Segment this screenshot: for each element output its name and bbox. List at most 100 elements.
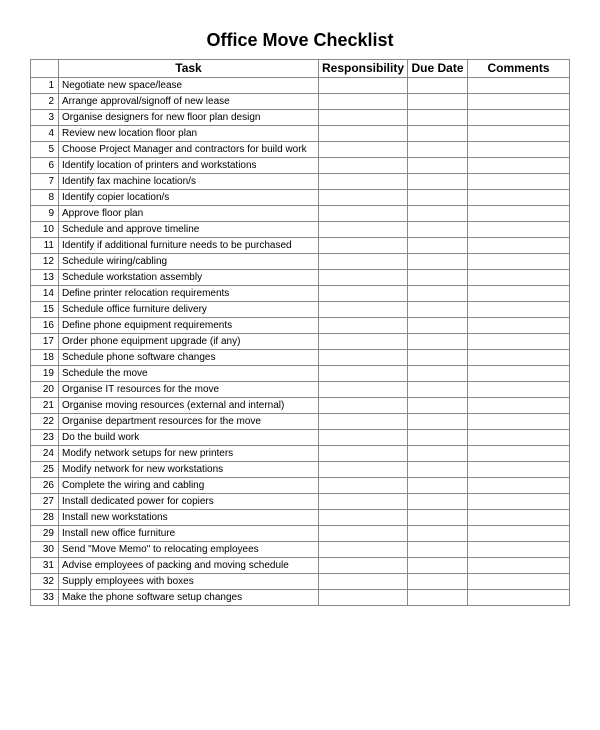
cell-comments [468, 590, 570, 606]
cell-responsibility [319, 462, 408, 478]
cell-num: 18 [31, 350, 59, 366]
table-row: 32Supply employees with boxes [31, 574, 570, 590]
cell-comments [468, 494, 570, 510]
cell-comments [468, 174, 570, 190]
table-row: 3Organise designers for new floor plan d… [31, 110, 570, 126]
cell-task: Schedule workstation assembly [59, 270, 319, 286]
cell-responsibility [319, 110, 408, 126]
cell-comments [468, 462, 570, 478]
cell-due_date [408, 270, 468, 286]
cell-responsibility [319, 542, 408, 558]
table-row: 20Organise IT resources for the move [31, 382, 570, 398]
table-row: 15Schedule office furniture delivery [31, 302, 570, 318]
cell-num: 15 [31, 302, 59, 318]
table-row: 7Identify fax machine location/s [31, 174, 570, 190]
cell-due_date [408, 462, 468, 478]
table-row: 14Define printer relocation requirements [31, 286, 570, 302]
cell-task: Organise IT resources for the move [59, 382, 319, 398]
cell-comments [468, 414, 570, 430]
cell-responsibility [319, 430, 408, 446]
cell-task: Make the phone software setup changes [59, 590, 319, 606]
cell-due_date [408, 350, 468, 366]
table-row: 16Define phone equipment requirements [31, 318, 570, 334]
table-row: 2Arrange approval/signoff of new lease [31, 94, 570, 110]
cell-task: Complete the wiring and cabling [59, 478, 319, 494]
table-row: 5Choose Project Manager and contractors … [31, 142, 570, 158]
cell-responsibility [319, 190, 408, 206]
cell-task: Choose Project Manager and contractors f… [59, 142, 319, 158]
table-row: 27Install dedicated power for copiers [31, 494, 570, 510]
cell-comments [468, 398, 570, 414]
cell-due_date [408, 142, 468, 158]
cell-due_date [408, 558, 468, 574]
header-responsibility: Responsibility [319, 60, 408, 78]
table-row: 30Send "Move Memo" to relocating employe… [31, 542, 570, 558]
cell-due_date [408, 94, 468, 110]
cell-responsibility [319, 318, 408, 334]
cell-due_date [408, 334, 468, 350]
cell-task: Install dedicated power for copiers [59, 494, 319, 510]
table-row: 31Advise employees of packing and moving… [31, 558, 570, 574]
cell-responsibility [319, 494, 408, 510]
cell-num: 21 [31, 398, 59, 414]
cell-responsibility [319, 590, 408, 606]
cell-num: 22 [31, 414, 59, 430]
cell-responsibility [319, 78, 408, 94]
table-row: 8Identify copier location/s [31, 190, 570, 206]
cell-task: Schedule office furniture delivery [59, 302, 319, 318]
cell-comments [468, 366, 570, 382]
cell-comments [468, 126, 570, 142]
cell-task: Schedule the move [59, 366, 319, 382]
cell-due_date [408, 126, 468, 142]
cell-responsibility [319, 478, 408, 494]
table-row: 26Complete the wiring and cabling [31, 478, 570, 494]
cell-task: Organise moving resources (external and … [59, 398, 319, 414]
cell-responsibility [319, 126, 408, 142]
cell-task: Approve floor plan [59, 206, 319, 222]
table-row: 21Organise moving resources (external an… [31, 398, 570, 414]
cell-num: 7 [31, 174, 59, 190]
cell-num: 28 [31, 510, 59, 526]
cell-num: 3 [31, 110, 59, 126]
cell-due_date [408, 526, 468, 542]
cell-due_date [408, 286, 468, 302]
cell-num: 31 [31, 558, 59, 574]
cell-task: Schedule and approve timeline [59, 222, 319, 238]
cell-task: Arrange approval/signoff of new lease [59, 94, 319, 110]
cell-responsibility [319, 158, 408, 174]
table-row: 22Organise department resources for the … [31, 414, 570, 430]
cell-task: Schedule wiring/cabling [59, 254, 319, 270]
cell-num: 33 [31, 590, 59, 606]
cell-responsibility [319, 206, 408, 222]
cell-num: 11 [31, 238, 59, 254]
cell-task: Schedule phone software changes [59, 350, 319, 366]
cell-num: 29 [31, 526, 59, 542]
cell-responsibility [319, 366, 408, 382]
cell-comments [468, 478, 570, 494]
header-num [31, 60, 59, 78]
cell-responsibility [319, 558, 408, 574]
cell-num: 26 [31, 478, 59, 494]
cell-task: Identify fax machine location/s [59, 174, 319, 190]
cell-num: 13 [31, 270, 59, 286]
cell-due_date [408, 542, 468, 558]
cell-task: Identify if additional furniture needs t… [59, 238, 319, 254]
cell-num: 16 [31, 318, 59, 334]
cell-num: 17 [31, 334, 59, 350]
table-row: 19Schedule the move [31, 366, 570, 382]
cell-comments [468, 510, 570, 526]
cell-due_date [408, 110, 468, 126]
cell-due_date [408, 174, 468, 190]
cell-comments [468, 382, 570, 398]
cell-due_date [408, 78, 468, 94]
cell-num: 30 [31, 542, 59, 558]
cell-responsibility [319, 526, 408, 542]
table-row: 29Install new office furniture [31, 526, 570, 542]
cell-comments [468, 206, 570, 222]
checklist-table: Task Responsibility Due Date Comments 1N… [30, 59, 570, 606]
cell-task: Send "Move Memo" to relocating employees [59, 542, 319, 558]
cell-num: 25 [31, 462, 59, 478]
table-row: 1Negotiate new space/lease [31, 78, 570, 94]
cell-due_date [408, 222, 468, 238]
cell-num: 6 [31, 158, 59, 174]
